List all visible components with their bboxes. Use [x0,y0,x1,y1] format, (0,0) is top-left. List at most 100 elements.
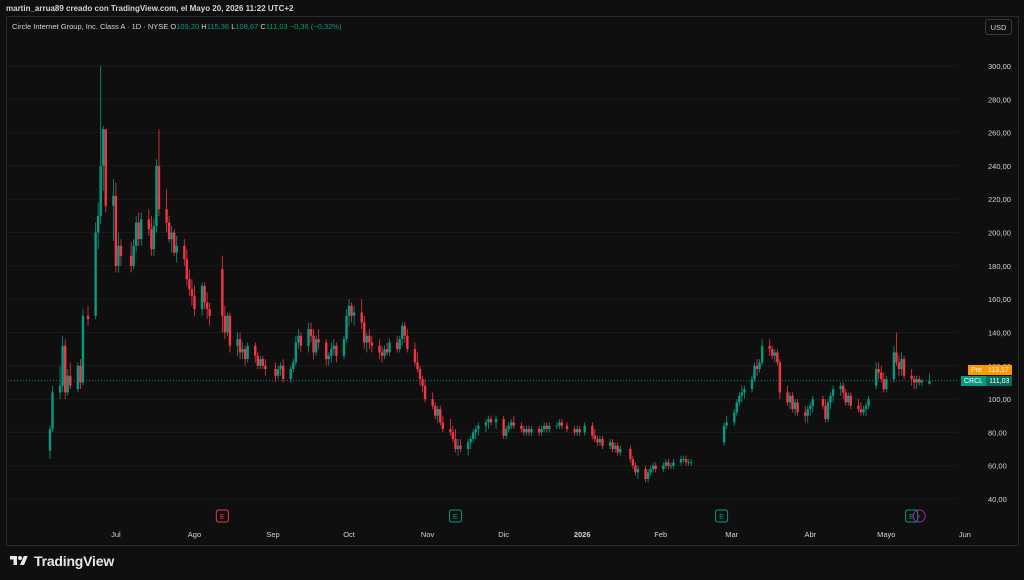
candle[interactable] [540,425,543,436]
candle[interactable] [885,375,888,393]
candle[interactable] [520,422,523,433]
candle[interactable] [804,405,807,423]
candle[interactable] [466,439,470,456]
candle[interactable] [489,415,493,426]
candle[interactable] [441,415,445,433]
candle[interactable] [826,399,830,423]
candle[interactable] [132,239,135,270]
candle[interactable] [682,455,685,463]
candle[interactable] [385,342,389,356]
candle[interactable] [99,66,102,225]
candle[interactable] [631,455,635,470]
candle[interactable] [857,399,860,413]
candle[interactable] [281,359,285,383]
candle[interactable] [558,419,561,430]
candle[interactable] [459,439,462,453]
candle[interactable] [722,422,726,446]
candle[interactable] [119,239,123,266]
candle[interactable] [613,442,617,453]
candle[interactable] [205,292,209,320]
candle[interactable] [449,419,452,436]
currency-button[interactable]: USD [985,19,1012,35]
candle[interactable] [895,332,898,366]
candle[interactable] [507,422,510,433]
candle[interactable] [788,392,792,410]
candle[interactable] [48,425,52,460]
candle[interactable] [66,369,69,396]
candle[interactable] [806,405,809,423]
candle[interactable] [134,215,138,253]
candle[interactable] [504,425,508,440]
candle[interactable] [395,335,399,353]
candle[interactable] [309,322,313,343]
candle[interactable] [226,312,229,336]
candle[interactable] [335,342,338,363]
candle[interactable] [616,442,619,456]
candle[interactable] [768,339,771,356]
candle[interactable] [649,465,652,476]
candle[interactable] [555,422,559,430]
candle[interactable] [94,222,97,320]
candle[interactable] [246,342,249,363]
candle[interactable] [238,332,242,360]
candle[interactable] [175,235,178,263]
candle[interactable] [345,309,348,343]
candle[interactable] [578,425,581,436]
candle[interactable] [793,399,797,416]
candle[interactable] [152,219,156,256]
candle[interactable] [725,415,728,430]
candle[interactable] [684,455,688,466]
candle[interactable] [203,282,206,310]
candle[interactable] [527,425,531,436]
candle[interactable] [165,189,168,233]
candle[interactable] [877,362,880,380]
earnings-marker[interactable]: E [448,509,462,523]
candle[interactable] [167,215,171,243]
candle[interactable] [289,365,292,383]
candle[interactable] [522,425,526,436]
candle[interactable] [928,373,931,385]
candle[interactable] [413,342,417,366]
candle[interactable] [821,395,825,410]
candle[interactable] [735,399,738,416]
candle[interactable] [545,422,548,433]
candle[interactable] [193,285,196,316]
candle[interactable] [687,459,690,466]
candle[interactable] [96,202,100,250]
candle[interactable] [157,129,161,216]
earnings-marker[interactable]: E [215,509,229,523]
candle[interactable] [494,415,498,430]
candle[interactable] [829,392,832,410]
candle[interactable] [104,129,107,213]
candle[interactable] [560,419,564,430]
candle[interactable] [185,249,189,286]
candle[interactable] [332,339,336,356]
candle[interactable] [69,362,72,390]
candle[interactable] [439,405,442,426]
candle[interactable] [423,379,427,403]
candle[interactable] [79,359,82,390]
candle[interactable] [347,299,351,326]
candle[interactable] [679,455,683,466]
candle[interactable] [401,322,404,346]
candle[interactable] [897,355,901,376]
candle[interactable] [350,302,353,323]
candle[interactable] [750,375,754,393]
candle[interactable] [689,459,693,466]
candle[interactable] [102,125,105,191]
candle[interactable] [537,425,541,436]
candle[interactable] [451,425,455,443]
candle[interactable] [669,462,673,470]
candle[interactable] [849,392,853,410]
candle[interactable] [601,435,604,450]
candle[interactable] [811,395,815,413]
candle[interactable] [510,419,513,430]
candle[interactable] [593,429,597,443]
candle[interactable] [880,365,883,383]
candle[interactable] [416,352,419,373]
candle[interactable] [61,335,64,393]
candle[interactable] [370,335,374,353]
candle[interactable] [86,305,90,326]
candle[interactable] [236,332,239,356]
candle[interactable] [542,422,546,433]
